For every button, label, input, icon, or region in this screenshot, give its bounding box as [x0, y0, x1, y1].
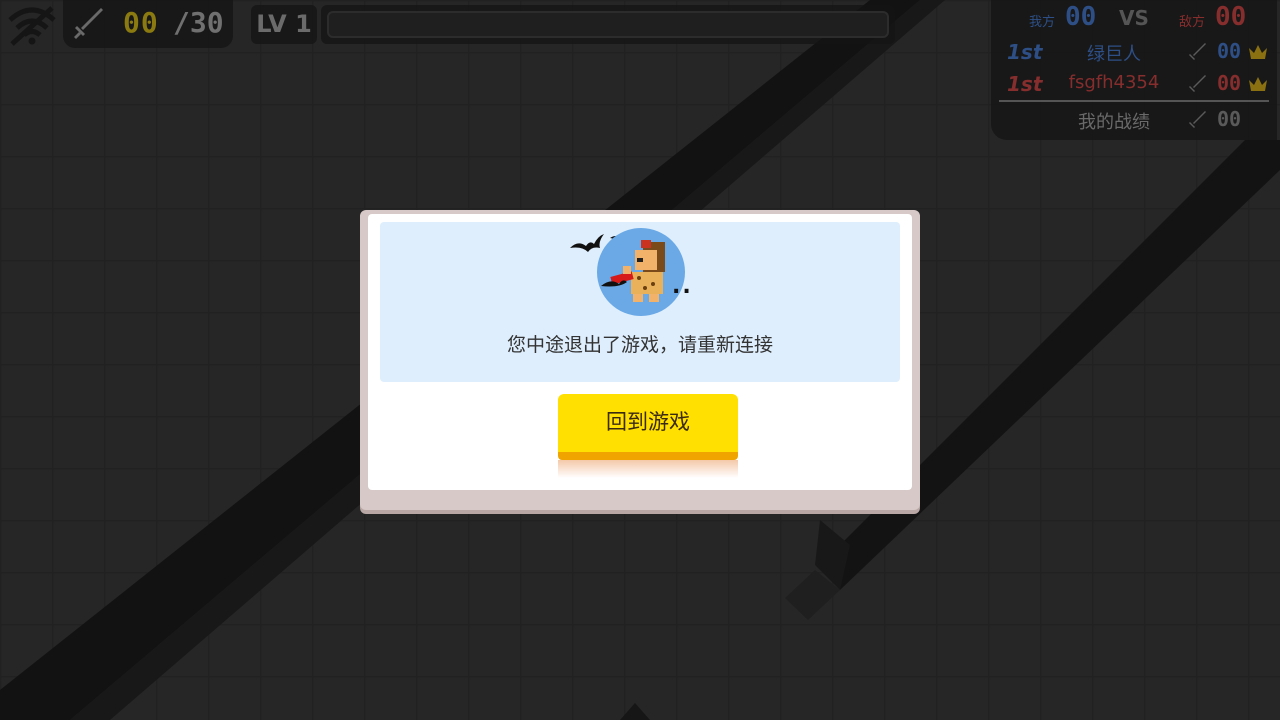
player-rank: 1st	[1007, 40, 1043, 64]
kills-total: /30	[173, 6, 224, 39]
sword-icon	[74, 8, 103, 39]
character-avatar	[597, 228, 685, 316]
kill-counter-panel: 00 /30	[63, 0, 233, 48]
player-row: 1st fsgfh4354 00	[991, 68, 1277, 100]
team-score-header: 我方 00 VS 敌方 00	[991, 2, 1277, 34]
vs-label: VS	[1119, 6, 1149, 30]
no-wifi-icon	[8, 6, 56, 46]
level-indicator: LV 1	[251, 5, 317, 44]
button-shadow	[558, 460, 738, 478]
return-to-game-button[interactable]: 回到游戏	[558, 394, 738, 478]
xp-progress-track	[327, 11, 889, 38]
my-kills: 00	[1217, 107, 1242, 131]
our-team-label: 我方	[1029, 15, 1056, 30]
reconnect-dialog: .. 您中途退出了游戏，请重新连接 回到游戏	[360, 210, 920, 510]
return-to-game-label: 回到游戏	[558, 394, 738, 460]
player-rank: 1st	[1007, 72, 1043, 96]
xp-progress-bar	[321, 5, 895, 44]
crown-icon	[1249, 77, 1267, 91]
scoreboard-divider	[999, 100, 1269, 102]
player-kills: 00	[1217, 39, 1242, 63]
my-record-label: 我的战绩	[1078, 112, 1150, 133]
player-row: 1st 绿巨人 00	[991, 36, 1277, 68]
sword-icon	[1189, 75, 1206, 92]
player-kills: 00	[1217, 71, 1242, 95]
player-name: 绿巨人	[1087, 44, 1141, 65]
message-area: .. 您中途退出了游戏，请重新连接	[380, 222, 900, 382]
dialog-body: .. 您中途退出了游戏，请重新连接 回到游戏	[368, 214, 912, 490]
sword-icon	[1189, 111, 1206, 128]
enemy-team-score: 00	[1215, 2, 1247, 32]
disconnect-message: 您中途退出了游戏，请重新连接	[506, 334, 773, 356]
player-name: fsgfh4354	[1068, 72, 1160, 93]
caveman-character-icon	[601, 240, 665, 302]
my-record-row: 我的战绩 00	[991, 104, 1277, 136]
scoreboard: 我方 00 VS 敌方 00 1st 绿巨人 00 1st fsgfh4354 …	[991, 0, 1277, 140]
our-team-score: 00	[1065, 2, 1097, 32]
crown-icon	[1249, 45, 1267, 59]
enemy-team-label: 敌方	[1179, 15, 1206, 30]
loading-dots: ..	[672, 274, 693, 299]
kills-current: 00	[123, 6, 159, 39]
sword-icon	[1189, 43, 1206, 60]
